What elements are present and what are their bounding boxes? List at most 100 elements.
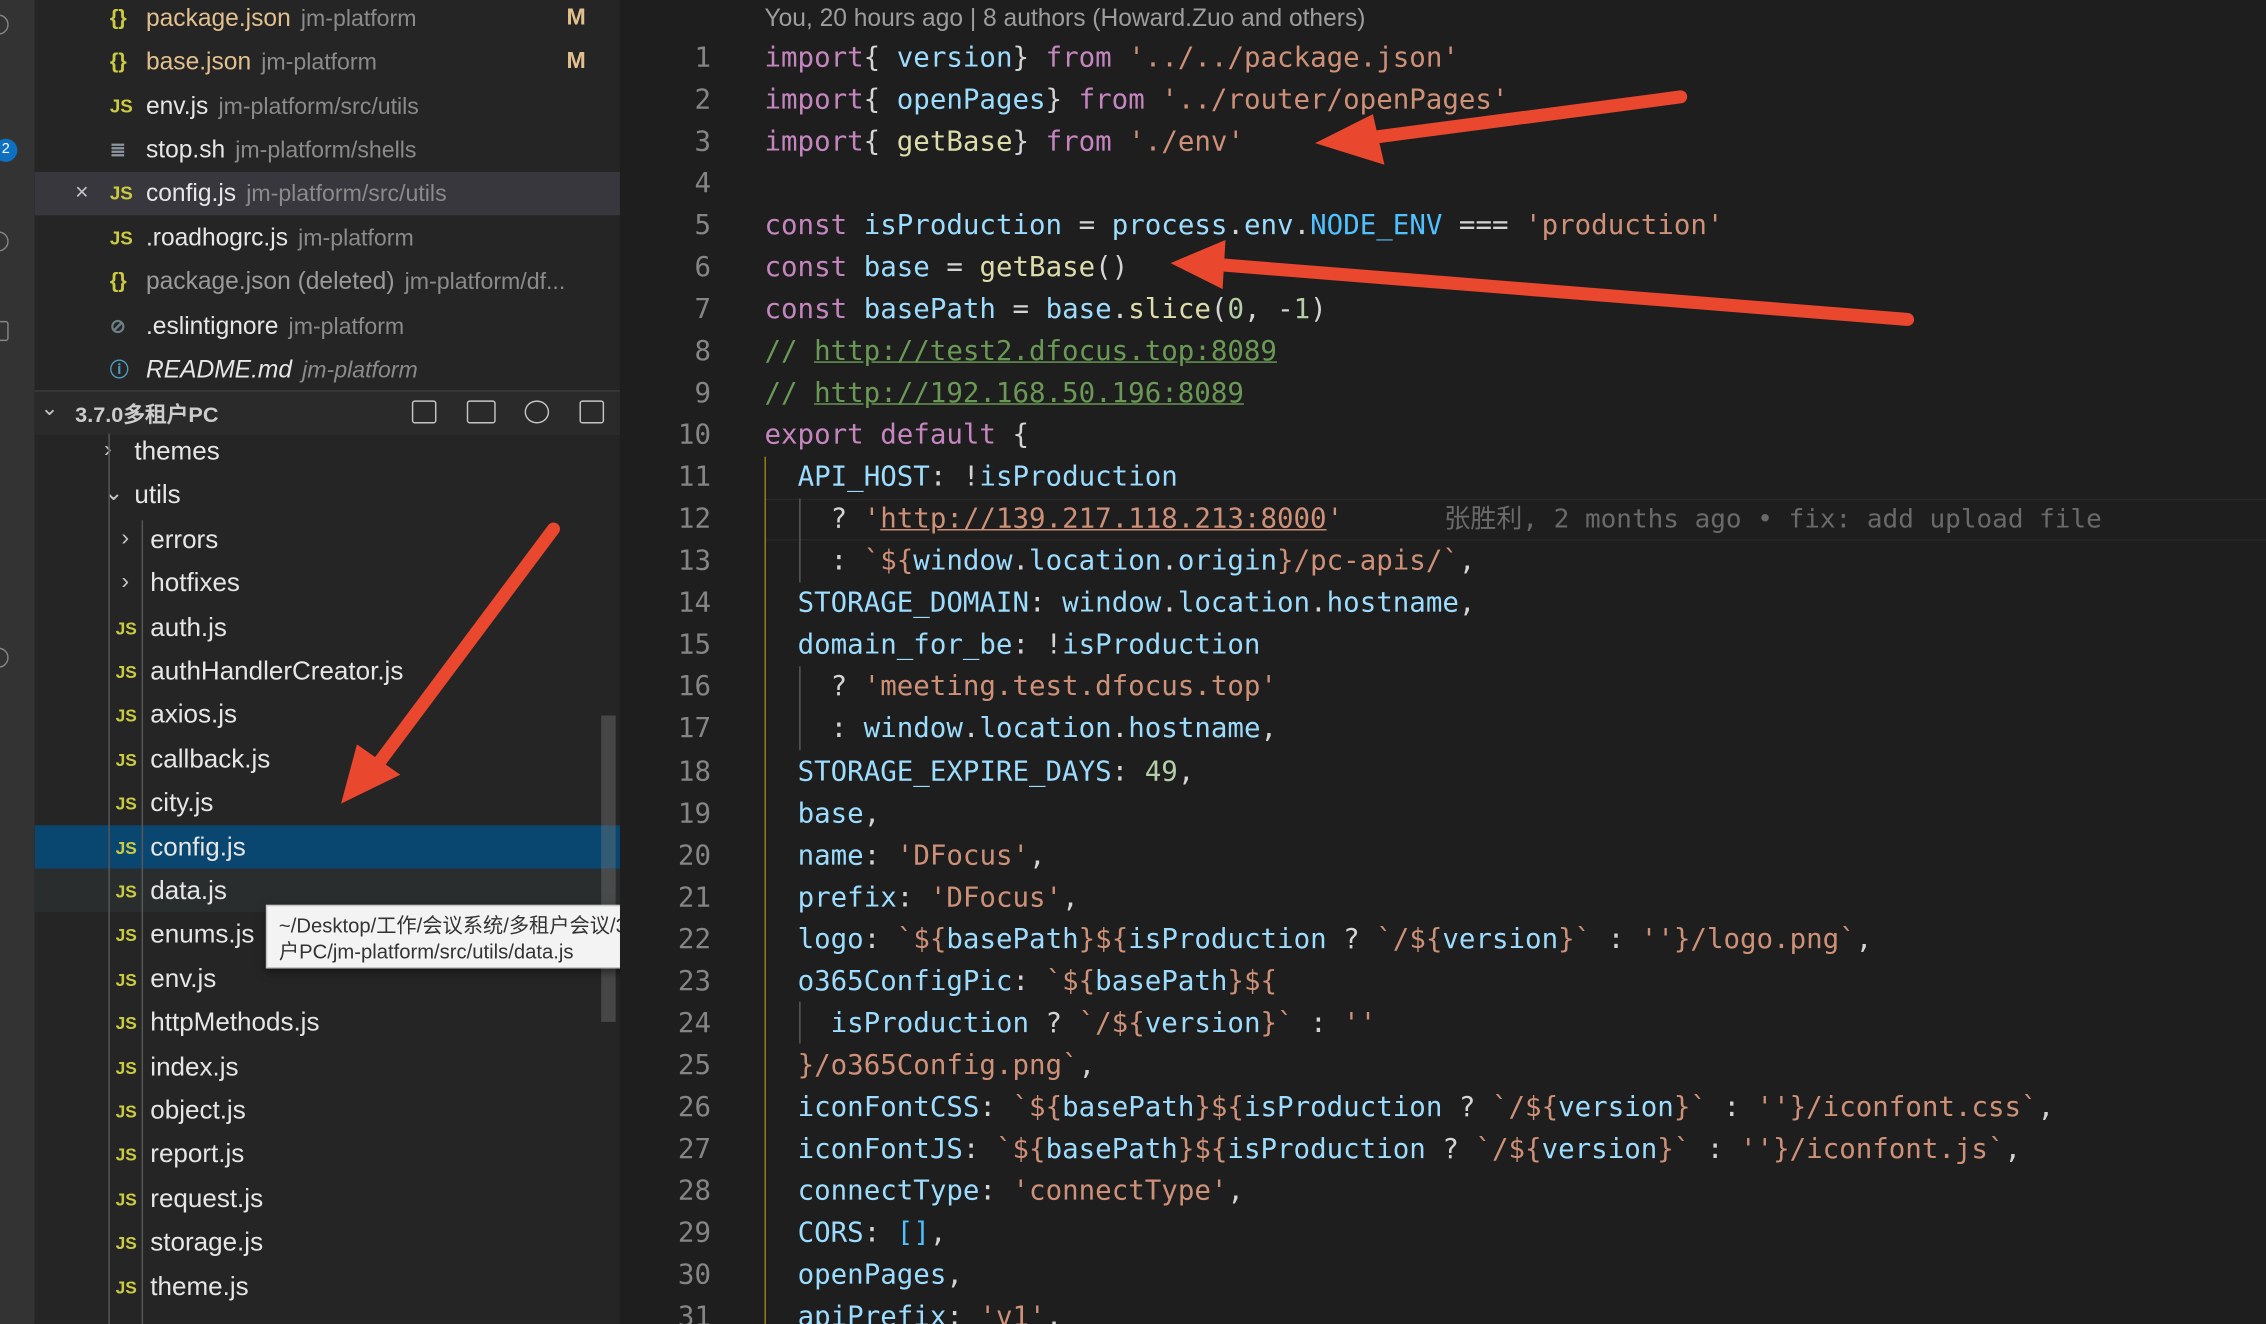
- code-token: :: [962, 1132, 996, 1165]
- tree-file[interactable]: JS storage.js: [35, 1220, 620, 1263]
- code-line: 1 import{ version} from '../../package.js…: [620, 38, 2266, 80]
- code-token: http://139.217.118.213:8000: [880, 503, 1327, 536]
- refresh-icon[interactable]: [524, 400, 550, 424]
- code-line: 26 iconFontCSS: `${basePath}${isProducti…: [620, 1087, 2266, 1129]
- code-token: :: [896, 881, 930, 913]
- code-token: :: [979, 1174, 1013, 1207]
- code-token: NODE_ENV: [1310, 209, 1443, 242]
- code-text: : window.location.hostname,: [764, 709, 1277, 751]
- tree-folder[interactable]: ›themes: [35, 429, 620, 472]
- tree-file[interactable]: JS axios.js: [35, 693, 620, 736]
- code-token: (: [1210, 293, 1228, 326]
- tree-file[interactable]: JS index.js: [35, 1044, 620, 1087]
- tree-file[interactable]: JS httpMethods.js: [35, 1000, 620, 1043]
- code-token: apiPrefix: [797, 1300, 947, 1324]
- code-token: export: [764, 419, 864, 452]
- code-token: '': [1640, 923, 1674, 955]
- workspace-title: 3.7.0多租户PC: [75, 403, 219, 428]
- new-file-icon[interactable]: [411, 400, 437, 424]
- tree-folder[interactable]: › errors: [35, 517, 620, 560]
- line-number: 13: [677, 545, 712, 578]
- open-editor-item[interactable]: {} base.json jm-platform M: [35, 40, 620, 83]
- code-token: domain_for_be: [797, 629, 1013, 662]
- code-token: , -: [1244, 293, 1294, 326]
- collapse-all-icon[interactable]: [579, 400, 605, 424]
- tree-file[interactable]: JS city.js: [35, 781, 620, 824]
- code-token: logo: [797, 923, 864, 955]
- code-token: basePath: [1062, 1090, 1195, 1123]
- open-editor-item[interactable]: {} package.json (deleted) jm-platform/df..…: [35, 260, 620, 303]
- code-token: getBase: [979, 251, 1096, 284]
- chevron-right-icon[interactable]: ›: [121, 517, 129, 560]
- code-token: import: [764, 83, 864, 116]
- code-token: isProduction: [830, 1006, 1030, 1039]
- code-token: }: [1045, 83, 1079, 116]
- code-token: //: [764, 377, 815, 410]
- code-editor[interactable]: You, 20 hours ago | 8 authors (Howard.Zu…: [619, 0, 2266, 1324]
- code-line: 8 // http://test2.dfocus.top:8089: [620, 331, 2266, 373]
- code-token: 'production': [1525, 209, 1724, 242]
- code-line: 21 prefix: 'DFocus',: [620, 877, 2266, 919]
- line-number: 29: [677, 1216, 712, 1249]
- tree-file[interactable]: JS config.js: [34, 824, 620, 869]
- code-token: ,: [1855, 923, 1873, 955]
- debug-icon[interactable]: [0, 231, 9, 252]
- codelens-authors[interactable]: You, 20 hours ago | 8 authors (Howard.Zu…: [764, 4, 1365, 33]
- code-line: 18 STORAGE_EXPIRE_DAYS: 49,: [620, 751, 2266, 793]
- code-text: API_HOST: !isProduction: [764, 457, 1178, 499]
- close-icon[interactable]: ×: [75, 172, 89, 215]
- activity-bar: 2: [0, 0, 35, 1324]
- chevron-down-icon[interactable]: ⌄: [104, 473, 123, 516]
- open-editor-item[interactable]: ⊘ .eslintignore jm-platform: [35, 305, 620, 348]
- code-token: }`: [1673, 1090, 1707, 1123]
- code-token: env: [1243, 209, 1294, 242]
- js-file-icon: JS: [109, 95, 133, 118]
- code-token: :: [1293, 1006, 1344, 1039]
- code-token: isProduction: [863, 209, 1063, 242]
- tree-file[interactable]: JS theme.js: [35, 1264, 620, 1307]
- shell-file-icon: ≣: [109, 138, 126, 161]
- open-editor-item[interactable]: × JS config.js jm-platform/src/utils: [34, 172, 620, 216]
- code-token: (): [1095, 251, 1129, 284]
- tree-file[interactable]: JS object.js: [35, 1088, 620, 1131]
- open-editor-item[interactable]: ⓘ README.md jm-platform: [35, 348, 620, 391]
- open-editor-item[interactable]: JS .roadhogrc.js jm-platform: [35, 217, 620, 260]
- file-name: env.js: [145, 92, 209, 120]
- code-token: ,: [1177, 755, 1195, 788]
- code-text: o365ConfigPic: `${basePath}${: [764, 961, 1277, 1003]
- new-folder-icon[interactable]: [466, 400, 496, 424]
- code-token: //: [764, 335, 815, 368]
- line-number: 10: [677, 419, 712, 452]
- file-path: jm-platform: [302, 358, 418, 384]
- code-token: import: [764, 125, 864, 158]
- js-file-icon: JS: [115, 1189, 137, 1210]
- open-editor-item[interactable]: {} package.json jm-platform M: [35, 0, 620, 40]
- chevron-right-icon[interactable]: ›: [121, 561, 129, 604]
- tree-folder[interactable]: ⌄ utils: [35, 473, 620, 516]
- tree-file[interactable]: JS request.js: [35, 1176, 620, 1219]
- code-text: iconFontJS: `${basePath}${isProduction ?…: [764, 1129, 2022, 1171]
- code-token: ?: [1425, 1132, 1476, 1165]
- sidebar-scrollbar[interactable]: [601, 715, 616, 1022]
- explorer-icon[interactable]: [0, 14, 9, 35]
- tree-folder[interactable]: › hotfixes: [35, 561, 620, 604]
- tree-file[interactable]: JS report.js: [35, 1132, 620, 1175]
- code-token: .: [1012, 545, 1030, 578]
- extensions-icon[interactable]: [0, 320, 9, 342]
- code-token: ,: [929, 1216, 947, 1249]
- tree-label: hotfixes: [150, 568, 240, 598]
- tree-file[interactable]: JS callback.js: [35, 737, 620, 780]
- code-line: 22 logo: `${basePath}${isProduction ? `/…: [620, 919, 2266, 961]
- remote-icon[interactable]: [0, 647, 9, 668]
- js-file-icon: JS: [115, 837, 137, 858]
- open-editor-item[interactable]: ≣ stop.sh jm-platform/shells: [35, 129, 620, 172]
- open-editor-item[interactable]: JS env.js jm-platform/src/utils: [35, 85, 620, 128]
- tree-file[interactable]: JS authHandlerCreator.js: [35, 649, 620, 692]
- chevron-down-icon[interactable]: ⌄: [40, 395, 58, 421]
- tree-file[interactable]: JS auth.js: [35, 605, 620, 648]
